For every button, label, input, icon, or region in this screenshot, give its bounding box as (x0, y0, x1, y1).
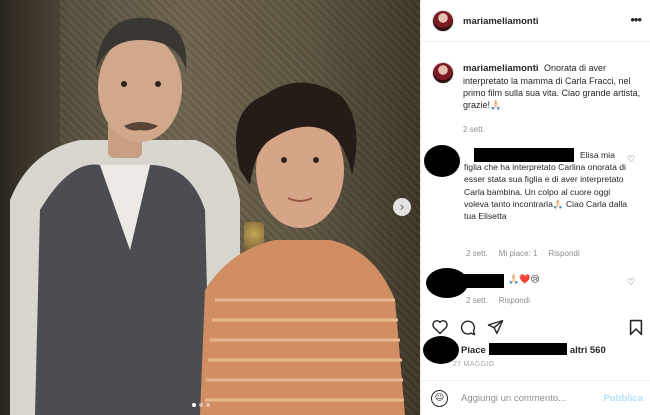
likes-prefix: Piace (461, 345, 486, 356)
photo-people (10, 17, 405, 415)
publish-button[interactable]: Pubblica (603, 393, 643, 404)
carousel-indicator (192, 403, 210, 407)
post-caption: mariameliamonti Onorata di aver interpre… (432, 62, 642, 134)
post-sidebar: mariameliamonti ••• mariameliamonti Onor… (420, 0, 650, 415)
redacted-username (452, 274, 504, 288)
likes-suffix: altri 560 (569, 345, 606, 356)
caption-avatar[interactable] (432, 62, 454, 84)
likes-count[interactable]: Piace altri 560 (461, 343, 606, 356)
comment-reply-button[interactable]: Rispondi (499, 296, 530, 305)
avatar[interactable] (432, 10, 454, 32)
comment-actions: 2 sett. Rispondi (466, 296, 530, 305)
carousel-dot (199, 403, 203, 407)
post-date[interactable]: 27 MAGGIO (453, 361, 494, 368)
comment-input[interactable] (461, 390, 591, 407)
bookmark-icon[interactable] (629, 319, 643, 336)
next-photo-button[interactable]: › (393, 198, 411, 216)
header-username[interactable]: mariameliamonti (463, 16, 539, 27)
post-action-bar (421, 316, 650, 338)
heart-icon[interactable] (431, 319, 449, 335)
comment-icon[interactable] (459, 319, 476, 336)
redacted-liker-name (488, 343, 567, 355)
more-horizontal-icon[interactable]: ••• (630, 12, 642, 27)
emoji-icon[interactable]: ☺ (431, 390, 448, 407)
comment-actions: 2 sett. Mi piace: 1 Rispondi (466, 249, 580, 258)
caption-time[interactable]: 2 sett. (463, 125, 485, 134)
comment-item: Elisa mia figlia che ha interpretato Car… (424, 145, 642, 265)
carousel-dot-active (192, 403, 196, 407)
redacted-avatar (424, 145, 460, 177)
carousel-dot (206, 403, 210, 407)
comment-reply-button[interactable]: Rispondi (548, 249, 579, 258)
comment-like-heart-icon[interactable]: ♡ (627, 155, 635, 165)
caption-text-block: mariameliamonti Onorata di aver interpre… (463, 62, 642, 111)
comment-text: Elisa mia figlia che ha interpretato Car… (464, 150, 628, 222)
comment-time[interactable]: 2 sett. (466, 249, 488, 258)
comment-time[interactable]: 2 sett. (466, 296, 488, 305)
comment-item: 🙏🏻❤️😢 2 sett. Rispondi ♡ (426, 268, 642, 310)
redacted-liker-avatar (423, 336, 459, 364)
post-photo[interactable]: › (0, 0, 420, 415)
post-header: mariameliamonti ••• (421, 0, 650, 42)
caption-username[interactable]: mariameliamonti (463, 63, 539, 74)
chevron-right-icon: › (399, 200, 405, 214)
comment-like-heart-icon[interactable]: ♡ (627, 278, 635, 288)
share-icon[interactable] (487, 319, 504, 335)
comment-text: 🙏🏻❤️😢 (508, 275, 540, 285)
add-comment-bar: ☺ Pubblica (421, 380, 650, 415)
comment-likes[interactable]: Mi piace: 1 (499, 249, 538, 258)
